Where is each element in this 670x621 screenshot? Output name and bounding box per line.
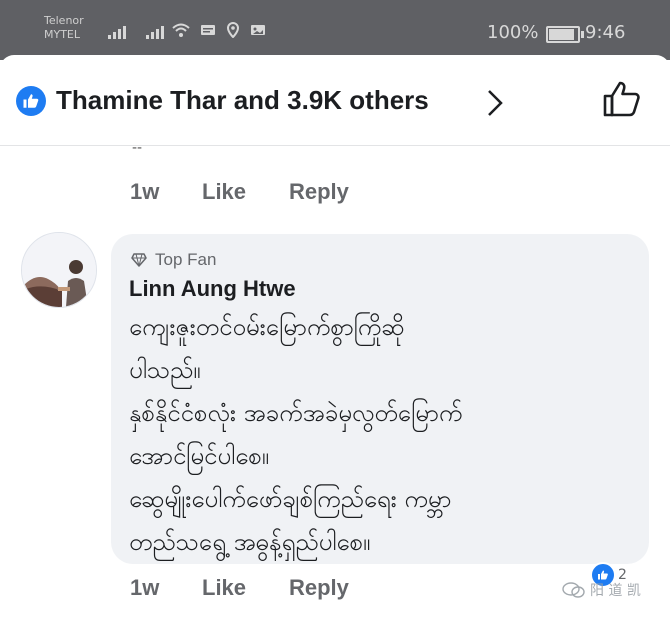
diamond-icon	[131, 253, 147, 267]
top-fan-label: Top Fan	[155, 250, 217, 269]
signal-icon	[146, 26, 164, 39]
watermark-text: 阳 道 凯	[590, 583, 641, 599]
previous-comment-fragment: --	[132, 140, 143, 156]
reply-link[interactable]: Reply	[289, 179, 349, 205]
comment-text: ကျေးဇူးတင်ဝမ်းမြောက်စွာကြိုဆို ပါသည်။ နှ…	[129, 313, 463, 556]
like-link[interactable]: Like	[202, 179, 289, 205]
reactions-summary[interactable]: Thamine Thar and 3.9K others	[56, 85, 429, 116]
status-bar: Telenor MYTEL 100% 9:46	[0, 0, 670, 60]
clock: 9:46	[585, 22, 626, 43]
carrier-info: Telenor MYTEL	[44, 14, 84, 42]
battery-icon	[546, 26, 584, 43]
wechat-logo-icon	[562, 582, 585, 598]
comment-time: 1w	[130, 179, 160, 204]
previous-comment-actions: 1w Like Reply	[130, 179, 349, 205]
comment-time: 1w	[130, 575, 160, 600]
location-icon	[226, 21, 240, 42]
watermark: 阳 道 凯	[562, 580, 641, 600]
image-icon	[250, 22, 266, 42]
thumbs-up-icon	[603, 81, 640, 117]
comment-author[interactable]: Linn Aung Htwe	[129, 276, 296, 302]
carrier-top: Telenor	[44, 14, 84, 27]
avatar[interactable]	[21, 232, 97, 308]
comment-bubble[interactable]: Top Fan Linn Aung Htwe ကျေးဇူးတင်ဝမ်းမြေ…	[111, 234, 649, 564]
like-button[interactable]	[602, 80, 642, 122]
top-fan-badge: Top Fan	[131, 250, 216, 270]
chevron-right-icon[interactable]	[486, 88, 504, 122]
battery-percent: 100%	[487, 22, 539, 43]
status-icons	[172, 21, 266, 42]
reactions-header: Thamine Thar and 3.9K others	[0, 55, 670, 146]
reply-link[interactable]: Reply	[289, 575, 349, 601]
like-link[interactable]: Like	[202, 575, 289, 601]
like-badge-icon	[16, 86, 46, 116]
message-icon	[200, 22, 216, 42]
comment-actions: 1w Like Reply	[130, 575, 349, 601]
wifi-icon	[172, 22, 190, 42]
signal-icon	[108, 26, 126, 39]
carrier-bottom: MYTEL	[44, 28, 81, 41]
